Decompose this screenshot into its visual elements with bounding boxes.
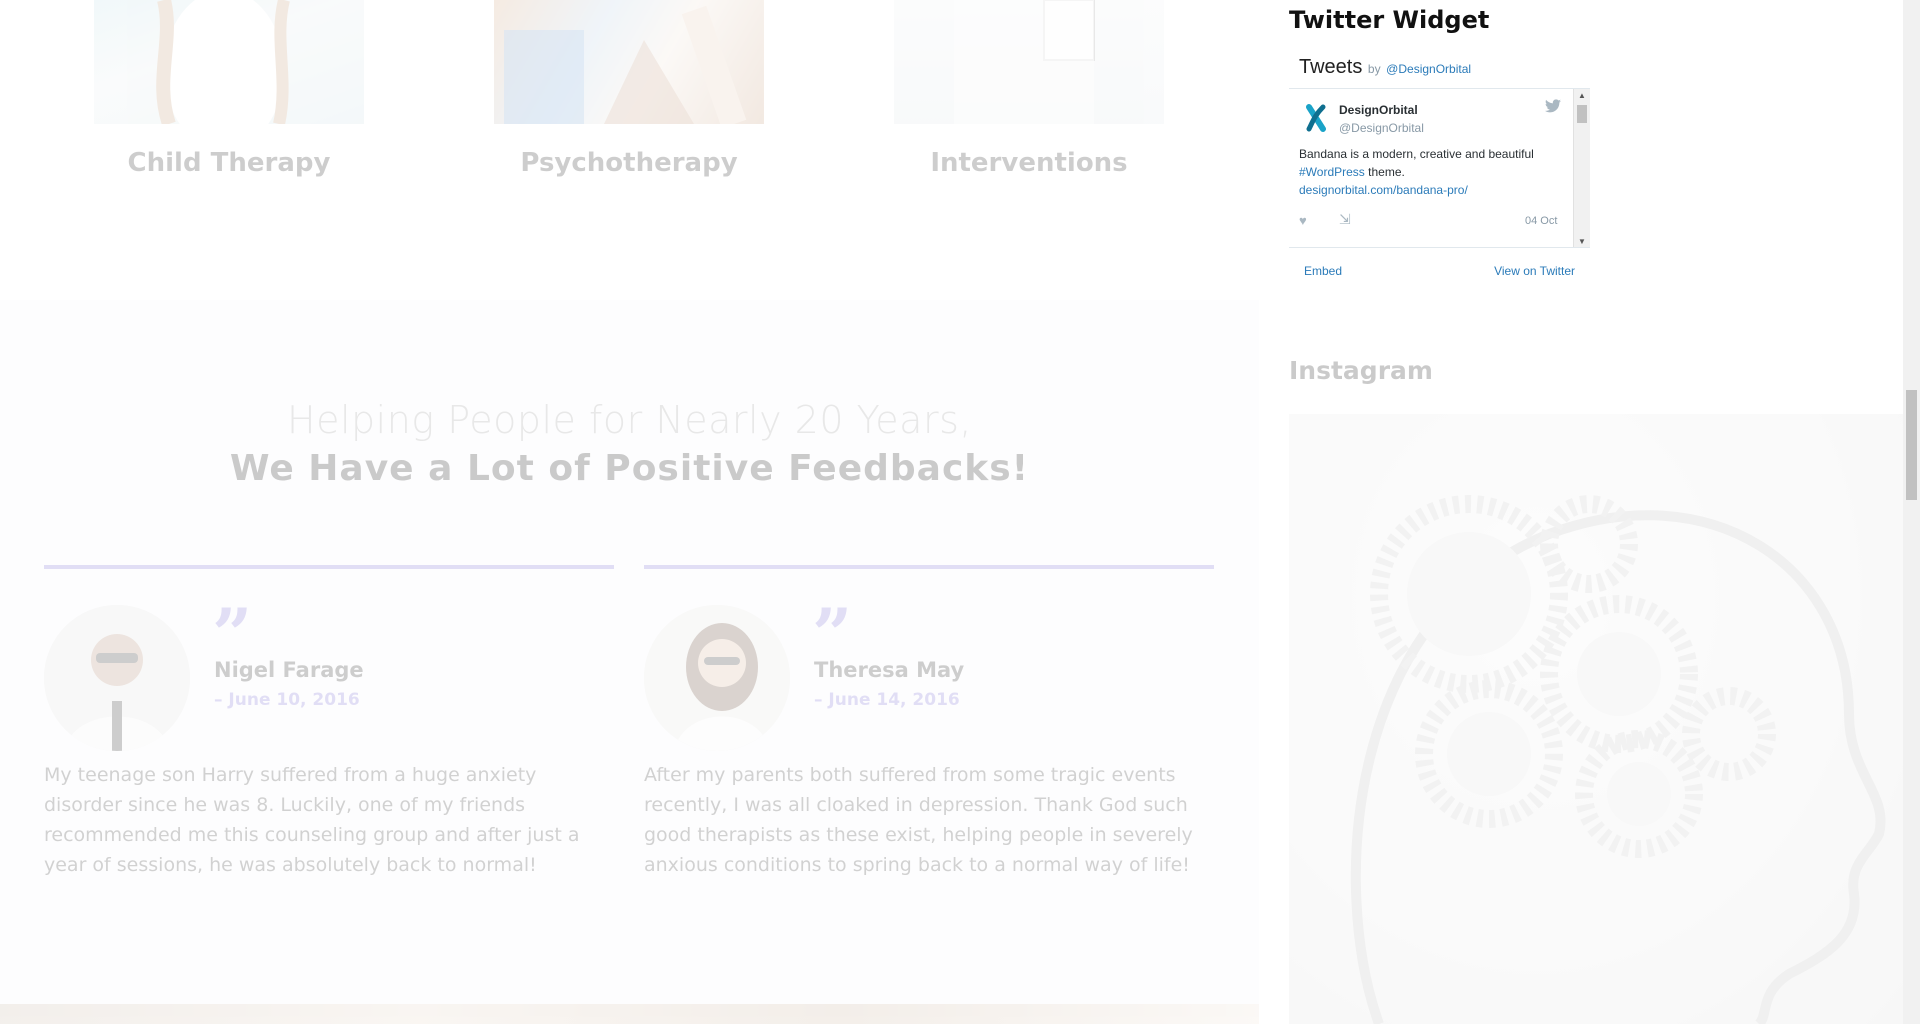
testimonial-text: After my parents both suffered from some… [644,764,1193,876]
instagram-image[interactable] [1289,414,1905,1024]
service-title: Child Therapy [127,148,331,178]
quote-icon: ” [812,605,852,645]
head-gears-illustration [1350,495,1886,1024]
service-card-psychotherapy[interactable]: Psychotherapy [494,0,764,178]
page-scrollbar[interactable] [1903,0,1920,1024]
testimonial-text: My teenage son Harry suffered from a hug… [44,764,580,876]
feedback-heading-light: Helping People for Nearly 20 Years, [287,398,972,442]
service-card-child-therapy[interactable]: Child Therapy [94,0,364,178]
therapy-photo-illustration [504,5,747,124]
avatar-woman-illustration [644,605,790,751]
feedback-heading-bold: We Have a Lot of Positive Feedbacks! [229,448,1030,489]
service-title: Psychotherapy [520,148,738,178]
child-photo-illustration [156,0,290,124]
testimonial-card: ” Nigel Farage – June 10, 2016 My teenag… [44,565,614,876]
testimonial-date: – June 14, 2016 [814,690,960,710]
quote-icon: ” [212,605,252,645]
next-section-image [0,1004,1259,1024]
service-photo [94,0,364,124]
service-photo [894,0,1164,124]
instagram-faded-layer: Instagram [1289,0,1905,1024]
testimonial-card: ” Theresa May – June 14, 2016 After my p… [644,565,1214,876]
testimonial-name: Nigel Farage [214,658,364,682]
service-title: Interventions [930,148,1128,178]
interventions-photo-illustration [954,0,1095,124]
service-card-interventions[interactable]: Interventions [894,0,1164,178]
instagram-widget-title: Instagram [1289,356,1433,385]
avatar [644,605,790,751]
main-content: Child Therapy Psychotherapy Intervention… [0,0,1259,1024]
main-faded-layer: Child Therapy Psychotherapy Intervention… [0,0,1259,1024]
service-photo [494,0,764,124]
testimonial-name: Theresa May [814,658,965,682]
avatar-man-illustration [44,605,190,751]
avatar [44,605,190,751]
testimonial-accent-bar [44,565,614,569]
testimonial-accent-bar [644,565,1214,569]
testimonial-date: – June 10, 2016 [214,690,360,710]
page-scrollbar-thumb[interactable] [1906,390,1917,500]
sidebar: Twitter Widget Tweets by @DesignOrbital … [1289,0,1905,1024]
